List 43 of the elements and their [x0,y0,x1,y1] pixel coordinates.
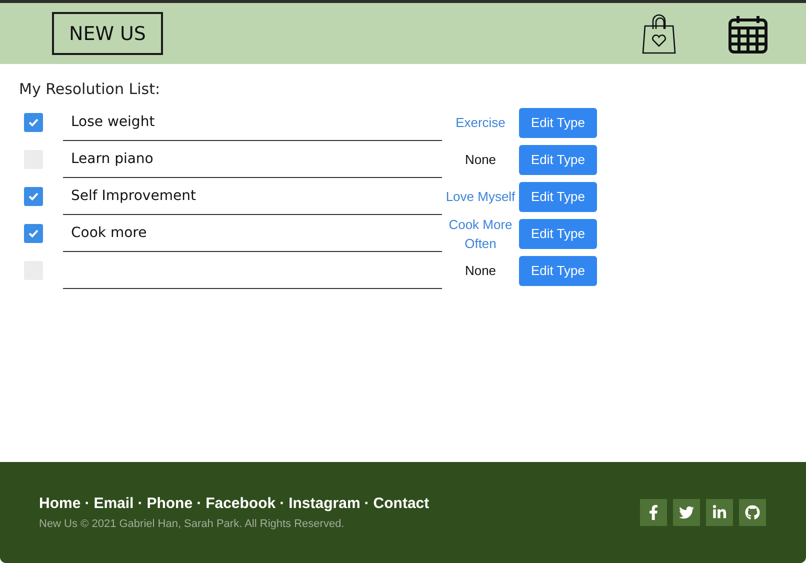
footer-link[interactable]: Instagram [288,495,360,512]
type-label: Love Myself [444,188,516,206]
checkmark-icon [28,192,39,201]
checkbox[interactable] [24,224,43,243]
separator: · [138,495,143,512]
separator: · [84,495,90,512]
edit-type-button[interactable]: Edit Type [519,182,597,212]
twitter-icon [679,505,694,520]
edit-type-button[interactable]: Edit Type [519,144,597,174]
footer-link[interactable]: Home [39,495,81,512]
resolution-input[interactable]: Lose weight [63,104,442,141]
logo[interactable]: NEW US [52,12,163,55]
separator: · [364,495,370,512]
separator: · [280,495,285,512]
github-icon [745,505,760,520]
edit-type-button[interactable]: Edit Type [519,218,597,248]
footer-link[interactable]: Contact [373,495,430,512]
resolution-input[interactable]: Cook more [63,215,442,252]
type-label: None [464,262,498,280]
checkbox[interactable] [24,113,43,132]
social-button[interactable] [739,499,766,526]
type-label: Exercise [454,114,506,132]
social-button[interactable] [706,499,733,526]
resolution-input[interactable]: Self Improvement [63,178,442,215]
separator: · [196,495,202,512]
resolution-input[interactable]: Learn piano [63,141,442,178]
checkbox[interactable] [24,187,43,206]
edit-type-button[interactable]: Edit Type [519,108,597,138]
footer-link[interactable]: Phone [146,495,193,512]
calendar-icon[interactable] [728,14,768,54]
social-button[interactable] [673,499,700,526]
list-title: My Resolution List: [19,80,162,98]
shopping-bag-icon[interactable] [642,14,676,54]
linkedin-icon [712,505,727,520]
checkmark-icon [28,229,39,238]
type-label: None [464,151,498,169]
checkmark-icon [28,118,39,127]
edit-type-button[interactable]: Edit Type [519,256,597,286]
type-label: Cook More Often [448,216,514,252]
social-button[interactable] [640,499,667,526]
copyright-text: New Us © 2021 Gabriel Han, Sarah Park. All Rights Reserved. [39,518,346,530]
footer-link[interactable]: Email [94,495,134,512]
footer-link[interactable]: Facebook [206,495,276,512]
